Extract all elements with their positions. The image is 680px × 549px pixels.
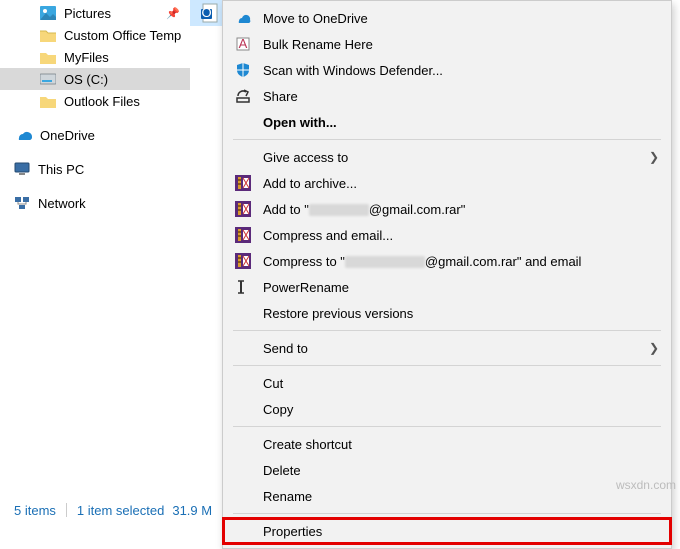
menu-item-bulk-rename-here[interactable]: A Bulk Rename Here [223, 31, 671, 57]
watermark: wsxdn.com [616, 478, 676, 492]
menu-separator [233, 139, 661, 140]
menu-label: Give access to [263, 150, 649, 165]
blank-icon [233, 112, 253, 132]
menu-label: Create shortcut [263, 437, 659, 452]
nav-item-pictures[interactable]: Pictures 📌 [0, 2, 190, 24]
nav-item-myfiles[interactable]: MyFiles [0, 46, 190, 68]
folder-icon [40, 29, 56, 42]
folder-icon [40, 95, 56, 108]
menu-item-add-to-archive[interactable]: Add to archive... [223, 170, 671, 196]
rename-icon: A [233, 34, 253, 54]
nav-item-os-c[interactable]: OS (C:) [0, 68, 190, 90]
menu-item-restore-previous-versions[interactable]: Restore previous versions [223, 300, 671, 326]
menu-label: Open with... [263, 115, 659, 130]
redacted-text [345, 256, 425, 268]
menu-item-compress-to[interactable]: Compress to "@gmail.com.rar" and email [223, 248, 671, 274]
menu-item-powerrename[interactable]: PowerRename [223, 274, 671, 300]
menu-label: PowerRename [263, 280, 659, 295]
menu-label: Share [263, 89, 659, 104]
status-bar: 5 items 1 item selected 31.9 M [0, 498, 680, 522]
nav-label: This PC [38, 162, 84, 177]
pin-icon: 📌 [166, 7, 180, 20]
blank-icon [233, 521, 253, 541]
menu-label: Send to [263, 341, 649, 356]
menu-item-share[interactable]: Share [223, 83, 671, 109]
chevron-right-icon: ❯ [649, 150, 659, 164]
menu-item-copy[interactable]: Copy [223, 396, 671, 422]
blank-icon [233, 434, 253, 454]
nav-item-custom-office[interactable]: Custom Office Temp [0, 24, 190, 46]
blank-icon [233, 373, 253, 393]
menu-label: Add to archive... [263, 176, 659, 191]
onedrive-sm-icon [233, 8, 253, 28]
menu-item-create-shortcut[interactable]: Create shortcut [223, 431, 671, 457]
nav-pane: Pictures 📌 Custom Office Temp MyFiles OS… [0, 0, 190, 490]
defender-icon [233, 60, 253, 80]
nav-label: Pictures [64, 6, 111, 21]
menu-label: Compress and email... [263, 228, 659, 243]
status-selected: 1 item selected [77, 503, 164, 518]
menu-item-scan-with-windows-defender[interactable]: Scan with Windows Defender... [223, 57, 671, 83]
nav-root-network[interactable]: Network [0, 192, 190, 214]
menu-label: Properties [263, 524, 659, 539]
status-separator [66, 503, 67, 517]
onedrive-icon [14, 129, 32, 141]
chevron-right-icon: ❯ [649, 341, 659, 355]
nav-label: OS (C:) [64, 72, 108, 87]
thispc-icon [14, 162, 30, 176]
menu-label: Copy [263, 402, 659, 417]
menu-item-give-access-to[interactable]: Give access to❯ [223, 144, 671, 170]
menu-label: Restore previous versions [263, 306, 659, 321]
powerrename-icon [233, 277, 253, 297]
nav-root-onedrive[interactable]: OneDrive [0, 124, 190, 146]
menu-separator [233, 330, 661, 331]
menu-item-open-with[interactable]: Open with... [223, 109, 671, 135]
blank-icon [233, 460, 253, 480]
pictures-icon [40, 6, 56, 20]
redacted-text [309, 204, 369, 216]
menu-separator [233, 365, 661, 366]
nav-label: OneDrive [40, 128, 95, 143]
menu-label: Compress to "@gmail.com.rar" and email [263, 254, 659, 269]
outlook-file-icon: O [201, 3, 219, 23]
menu-label: Scan with Windows Defender... [263, 63, 659, 78]
menu-item-move-to-onedrive[interactable]: Move to OneDrive [223, 5, 671, 31]
menu-separator [233, 426, 661, 427]
menu-item-send-to[interactable]: Send to❯ [223, 335, 671, 361]
share-icon [233, 86, 253, 106]
status-size: 31.9 M [172, 503, 212, 518]
folder-icon [40, 51, 56, 64]
menu-item-compress-and-email[interactable]: Compress and email... [223, 222, 671, 248]
rar-icon [233, 225, 253, 245]
drive-icon [40, 73, 56, 85]
menu-item-cut[interactable]: Cut [223, 370, 671, 396]
context-menu: Move to OneDrive A Bulk Rename Here Scan wi… [222, 0, 672, 549]
menu-label: Delete [263, 463, 659, 478]
blank-icon [233, 147, 253, 167]
nav-item-outlook-files[interactable]: Outlook Files [0, 90, 190, 112]
network-icon [14, 196, 30, 210]
nav-label: MyFiles [64, 50, 109, 65]
menu-item-add-to[interactable]: Add to "@gmail.com.rar" [223, 196, 671, 222]
nav-label: Network [38, 196, 86, 211]
blank-icon [233, 338, 253, 358]
svg-text:A: A [239, 36, 248, 51]
nav-label: Custom Office Temp [64, 28, 181, 43]
svg-text:O: O [201, 5, 211, 20]
blank-icon [233, 399, 253, 419]
menu-label: Bulk Rename Here [263, 37, 659, 52]
menu-item-delete[interactable]: Delete [223, 457, 671, 483]
rar-icon [233, 173, 253, 193]
rar-icon [233, 199, 253, 219]
blank-icon [233, 303, 253, 323]
nav-root-thispc[interactable]: This PC [0, 158, 190, 180]
menu-label: Add to "@gmail.com.rar" [263, 202, 659, 217]
menu-label: Cut [263, 376, 659, 391]
rar-icon [233, 251, 253, 271]
nav-label: Outlook Files [64, 94, 140, 109]
status-count: 5 items [14, 503, 56, 518]
menu-label: Move to OneDrive [263, 11, 659, 26]
